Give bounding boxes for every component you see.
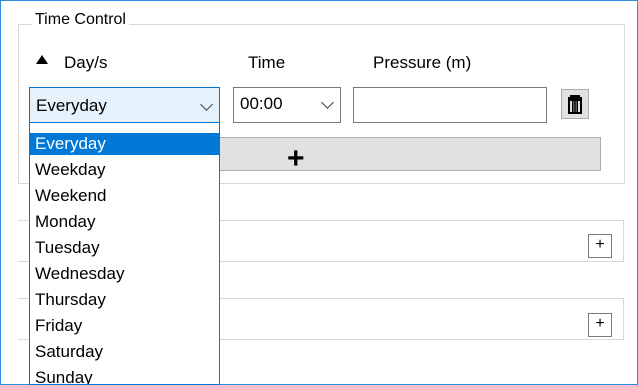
dropdown-option[interactable]: Weekday	[30, 157, 219, 183]
dropdown-option[interactable]: Thursday	[30, 287, 219, 313]
section-1-add-button[interactable]: +	[588, 234, 612, 258]
delete-row-button[interactable]	[561, 89, 589, 119]
days-header[interactable]: Day/s	[64, 53, 107, 73]
sort-up-icon[interactable]	[36, 55, 48, 64]
time-header: Time	[248, 53, 286, 72]
time-select-value: 00:00	[240, 94, 283, 113]
pressure-input[interactable]	[353, 87, 547, 123]
time-select[interactable]: 00:00	[233, 87, 341, 123]
section-2-add-button[interactable]: +	[588, 313, 612, 337]
dropdown-option[interactable]: Friday	[30, 313, 219, 339]
day-dropdown-list[interactable]: Everyday Weekday Weekend Monday Tuesday …	[29, 122, 220, 385]
dropdown-option[interactable]: Wednesday	[30, 261, 219, 287]
dropdown-option[interactable]: Weekend	[30, 183, 219, 209]
day-select-value: Everyday	[36, 96, 107, 115]
group-title: Time Control	[32, 11, 129, 29]
dropdown-option[interactable]: Tuesday	[30, 235, 219, 261]
chevron-down-icon	[321, 96, 334, 109]
dropdown-option[interactable]: Saturday	[30, 339, 219, 365]
day-select[interactable]: Everyday	[29, 87, 220, 123]
pressure-header: Pressure (m)	[373, 53, 472, 72]
dropdown-option[interactable]: Monday	[30, 209, 219, 235]
trash-icon	[568, 95, 582, 114]
plus-icon: +	[287, 142, 305, 175]
chevron-down-icon	[200, 98, 213, 111]
dropdown-option[interactable]: Sunday	[30, 365, 219, 384]
dropdown-option[interactable]: Everyday	[30, 133, 219, 155]
